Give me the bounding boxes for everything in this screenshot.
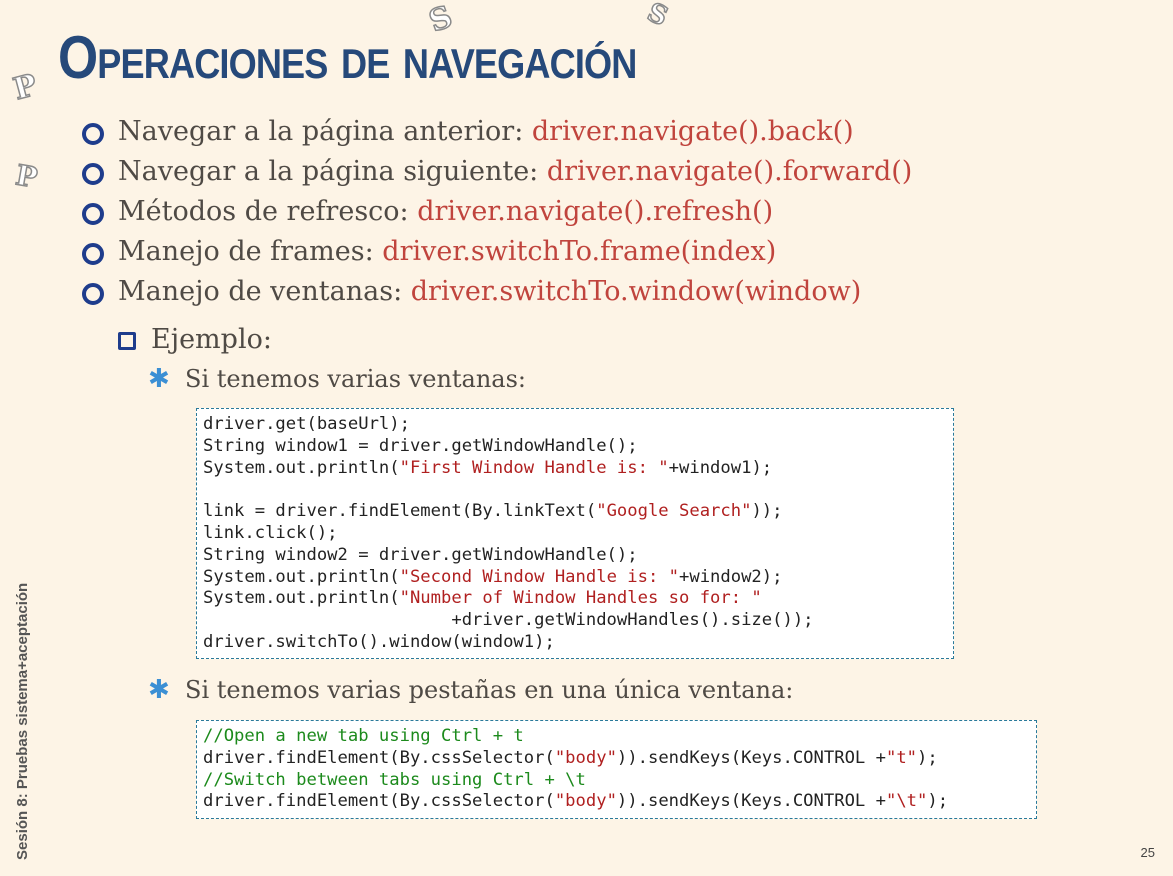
code-line: //Switch between tabs using Ctrl + \t [203, 770, 1036, 792]
sub-bullet-text: Si tenemos varias ventanas: [185, 365, 527, 393]
code-token: "Google Search" [596, 501, 752, 522]
code-line: String window1 = driver.getWindowHandle(… [203, 436, 953, 458]
circle-bullet-icon [82, 243, 104, 265]
bullet-item: Navegar a la página siguiente: driver.na… [82, 152, 1162, 192]
code-token: link.click(); [203, 522, 338, 543]
code-line: driver.findElement(By.cssSelector("body"… [203, 791, 1036, 813]
decorative-letter-p: P [13, 158, 41, 196]
code-token: "Number of Window Handles so for: " [399, 588, 762, 609]
code-line: String window2 = driver.getWindowHandle(… [203, 545, 953, 567]
code-token: System.out.println( [203, 457, 400, 478]
code-line: link = driver.findElement(By.linkText("G… [203, 501, 953, 523]
code-line: System.out.println("First Window Handle … [203, 458, 953, 480]
circle-bullet-icon [82, 203, 104, 225]
code-token: ); [927, 791, 949, 812]
code-token: "t" [885, 747, 918, 768]
bullet-code: driver.switchTo.frame(index) [382, 236, 777, 267]
example-label: Ejemplo: [151, 324, 272, 355]
bullet-code: driver.navigate().back() [531, 116, 854, 147]
bullet-text: Manejo de frames: [118, 236, 383, 267]
code-line: driver.get(baseUrl); [203, 414, 953, 436]
code-token: driver.findElement(By.cssSelector( [203, 791, 555, 812]
decorative-letter-s: S [642, 0, 673, 33]
code-line: driver.switchTo().window(window1); [203, 632, 953, 654]
code-token: "Second Window Handle is: " [399, 566, 679, 587]
bullet-item: Métodos de refresco: driver.navigate().r… [82, 192, 1162, 232]
page-number: 25 [1140, 845, 1155, 860]
code-line: System.out.println("Second Window Handle… [203, 567, 953, 589]
bullet-text: Navegar a la página siguiente: [118, 156, 547, 187]
code-token: +driver.getWindowHandles().size()); [203, 610, 814, 631]
code-token: driver.findElement(By.cssSelector( [203, 747, 555, 768]
code-token: "body" [554, 791, 617, 812]
circle-bullet-icon [82, 163, 104, 185]
circle-bullet-icon [82, 283, 104, 305]
bullet-list: Navegar a la página anterior: driver.nav… [82, 112, 1162, 312]
code-token: String window2 = driver.getWindowHandle(… [203, 544, 638, 565]
code-token: //Open a new tab using Ctrl + t [203, 726, 524, 746]
code-block-windows: driver.get(baseUrl); String window1 = dri… [196, 408, 954, 659]
code-line: driver.findElement(By.cssSelector("body"… [203, 748, 1036, 770]
code-block-tabs: //Open a new tab using Ctrl + t driver.fi… [196, 720, 1037, 819]
code-token: +window1); [668, 457, 773, 478]
sub-bullet-text: Si tenemos varias pestañas en una única … [185, 676, 794, 704]
session-sidebar-label: Sesión 8: Pruebas sistema+aceptación [14, 582, 31, 860]
code-token: )).sendKeys(Keys.CONTROL + [616, 747, 886, 768]
code-token: //Switch between tabs using Ctrl + \t [203, 769, 586, 790]
code-line: +driver.getWindowHandles().size()); [203, 610, 953, 632]
bullet-code: driver.navigate().forward() [546, 156, 913, 187]
code-line: System.out.println("Number of Window Han… [203, 588, 953, 610]
code-token: link = driver.findElement(By.linkText( [203, 501, 597, 522]
asterisk-bullet-icon: ✱ [148, 364, 170, 394]
code-token: ); [917, 747, 938, 768]
decorative-letter-p: P [9, 67, 41, 108]
code-token: "First Window Handle is: " [399, 457, 669, 478]
bullet-item: Navegar a la página anterior: driver.nav… [82, 112, 1162, 152]
bullet-item: Manejo de ventanas: driver.switchTo.wind… [82, 272, 1162, 312]
square-bullet-icon [118, 332, 136, 350]
bullet-text: Manejo de ventanas: [118, 276, 411, 307]
code-token: "body" [554, 747, 617, 768]
code-token: System.out.println( [203, 588, 400, 609]
code-token: +window2); [679, 566, 783, 587]
code-line: link.click(); [203, 523, 953, 545]
code-line: //Open a new tab using Ctrl + t [203, 726, 1036, 748]
code-token: )); [751, 501, 783, 522]
code-token: driver.switchTo().window(window1); [203, 631, 555, 652]
code-token: driver.get(baseUrl); [203, 414, 410, 434]
slide-title: Operaciones de navegación [58, 24, 637, 91]
code-token: "\t" [885, 791, 928, 812]
bullet-text: Navegar a la página anterior: [118, 116, 532, 147]
code-token: )).sendKeys(Keys.CONTROL + [616, 791, 886, 812]
circle-bullet-icon [82, 123, 104, 145]
asterisk-bullet-icon: ✱ [148, 675, 170, 705]
bullet-text: Métodos de refresco: [118, 196, 418, 227]
bullet-code: driver.switchTo.window(window) [410, 276, 862, 307]
code-token: System.out.println( [203, 566, 400, 587]
bullet-item: Manejo de frames: driver.switchTo.frame(… [82, 232, 1162, 272]
bullet-code: driver.navigate().refresh() [417, 196, 774, 227]
code-token: String window1 = driver.getWindowHandle(… [203, 435, 638, 456]
